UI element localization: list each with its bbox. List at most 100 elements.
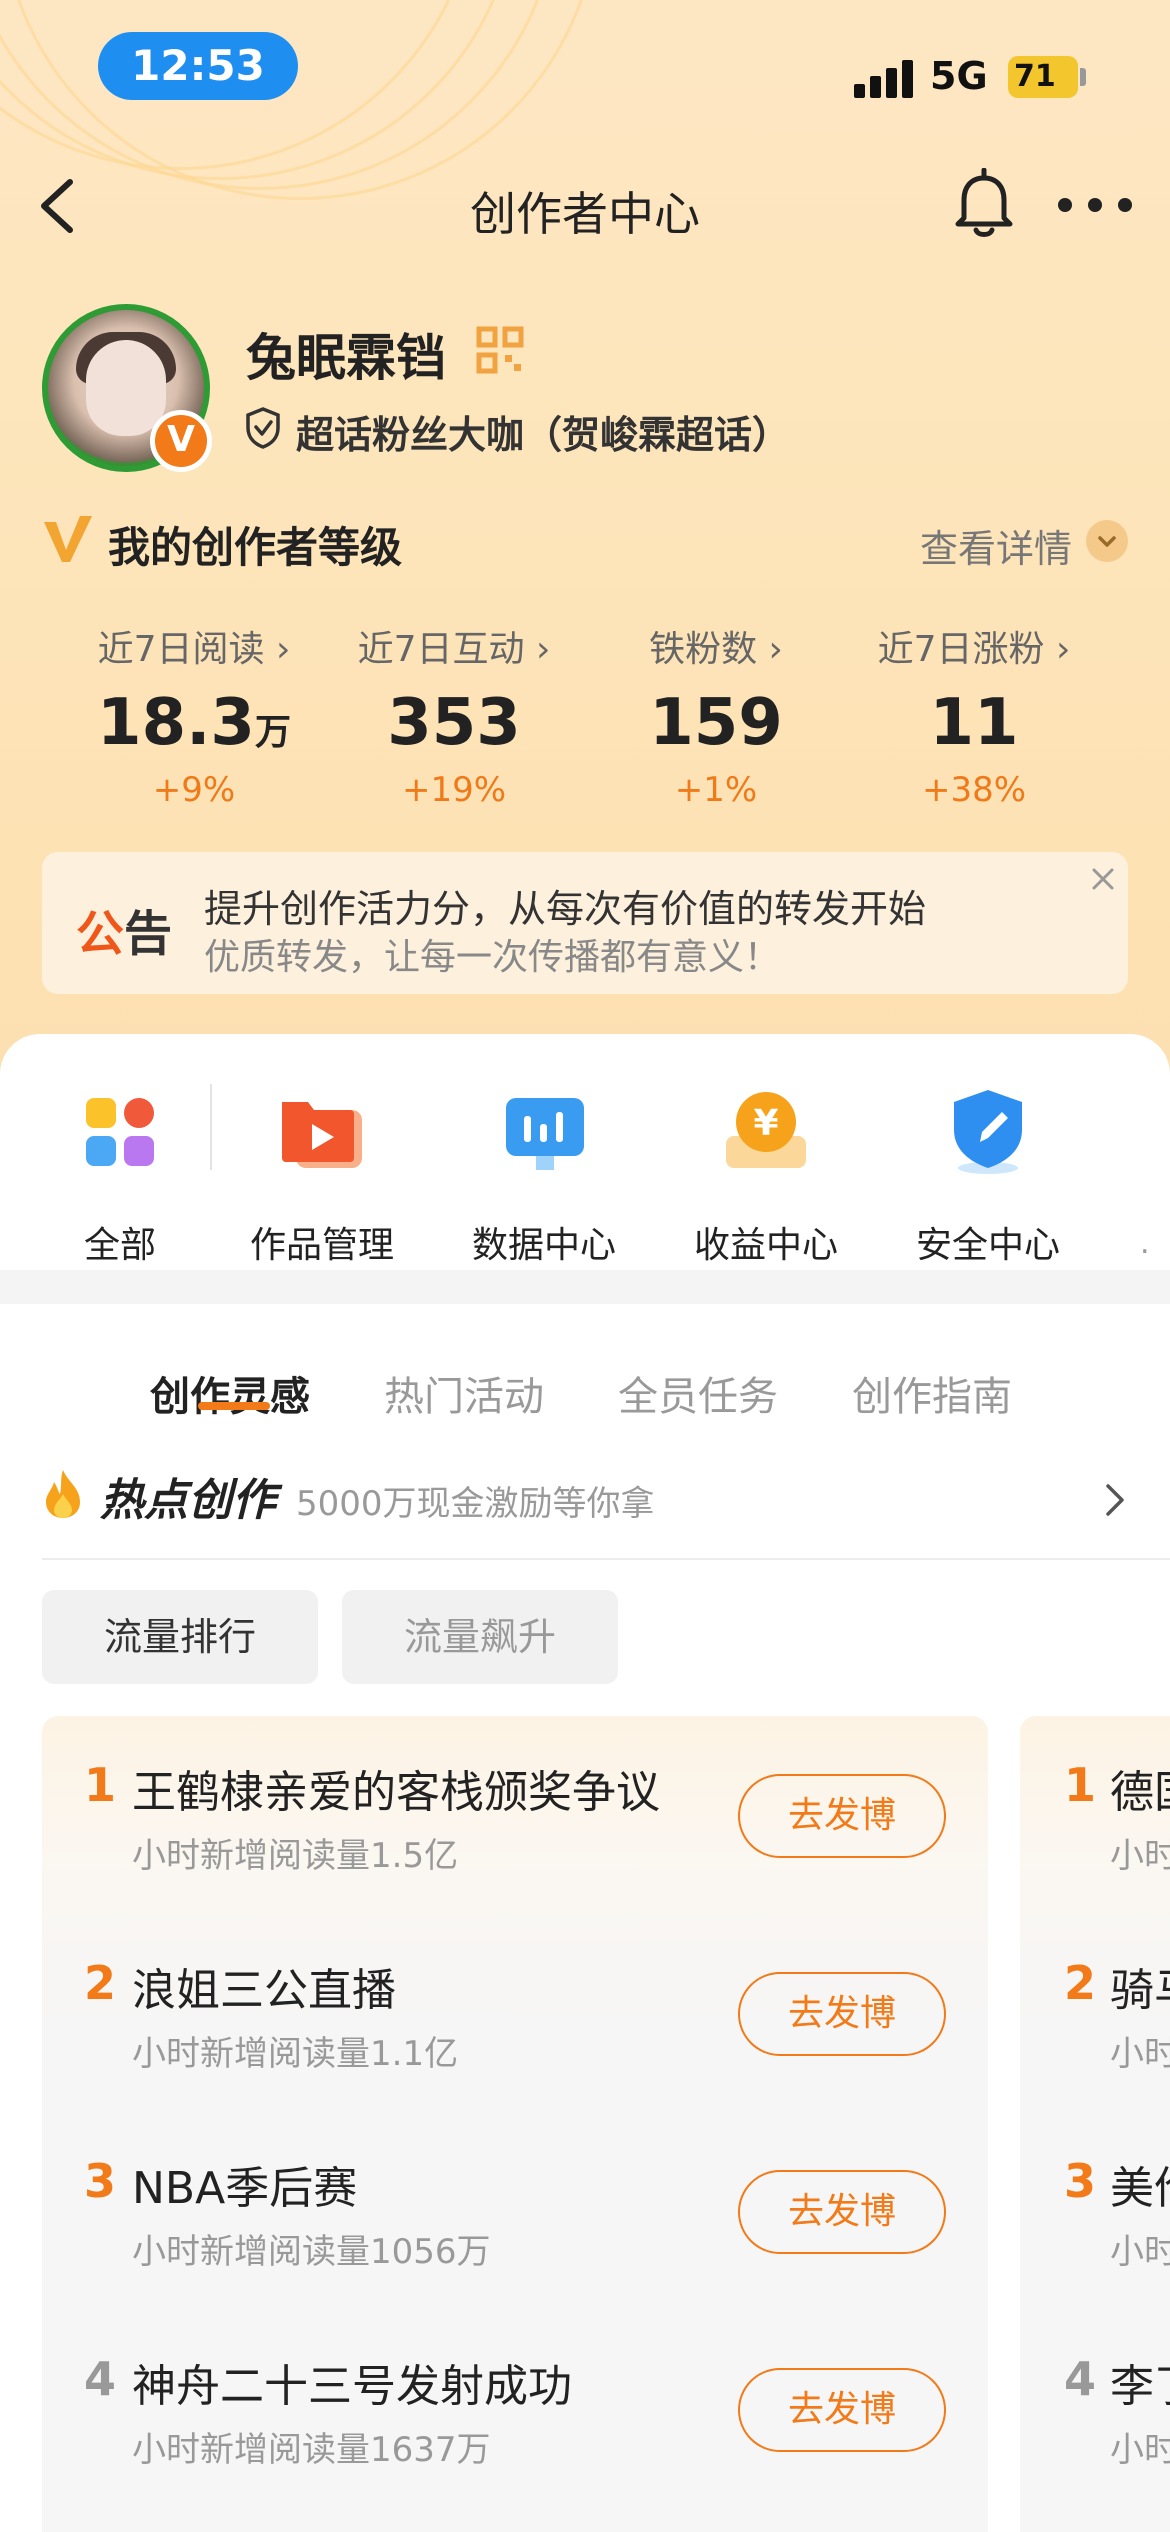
topic-title: 美伦 [1110, 2163, 1170, 2214]
hot-list-card: 1 王鹤棣亲爱的客栈颁奖争议 小时新增阅读量1.5亿 去发博 2 浪姐三公直播 … [42, 1716, 988, 2532]
topic-title: 浪姐三公直播 [132, 1965, 396, 2016]
tab-hot-events[interactable]: 热门活动 [384, 1364, 544, 1422]
filter-traffic-rank[interactable]: 流量排行 [42, 1590, 318, 1684]
quick-action-all[interactable]: 全部 [20, 1084, 220, 1268]
stat-label: 铁粉数 › [649, 629, 783, 670]
hot-creation-title: 热点创作 [100, 1475, 276, 1526]
rank-number: 3 [1064, 2154, 1097, 2208]
chevron-right-icon[interactable] [1102, 1482, 1128, 1518]
stat-interactions[interactable]: 近7日互动 › 353 +19% [324, 620, 584, 810]
announcement-banner[interactable]: 公告 提升创作活力分，从每次有价值的转发开始 优质转发，让每一次传播都有意义！ [42, 852, 1128, 994]
rank-number: 2 [1064, 1956, 1097, 2010]
announcement-subline: 优质转发，让每一次传播都有意义！ [204, 937, 781, 978]
hot-list-card-next[interactable]: 1 德国 小时 2 骑马 小时 3 美伦 小时 4 李了 小时 [1020, 1716, 1170, 2532]
quick-actions-divider [210, 1084, 212, 1170]
rank-number: 3 [84, 2154, 117, 2208]
announcement-headline: 提升创作活力分，从每次有价值的转发开始 [204, 887, 927, 931]
stat-unit: 万 [254, 712, 291, 753]
topic-title: 骑马 [1110, 1965, 1170, 2016]
quick-action-label: 全部 [83, 1225, 156, 1266]
stat-label: 近7日涨粉 › [877, 629, 1071, 670]
stat-number: 18.3 [97, 686, 255, 760]
post-button[interactable]: 去发博 [738, 2170, 946, 2254]
quick-actions-more-indicator: . [1140, 1226, 1150, 1261]
stat-value: 11 [929, 686, 1019, 760]
rank-number: 4 [84, 2352, 117, 2406]
quick-action-label: 数据中心 [471, 1225, 616, 1266]
rank-number: 4 [1064, 2352, 1097, 2406]
username: 兔眠霖铛 [246, 329, 446, 387]
stat-change: +38% [921, 770, 1027, 810]
quick-actions-card: 全部 作品管理 数据中心 ¥ 收益中心 安全中心 . [0, 1034, 1170, 1270]
tab-guide[interactable]: 创作指南 [852, 1364, 1012, 1422]
tab-inspiration[interactable]: 创作灵感 [150, 1364, 310, 1422]
topic-title: NBA季后赛 [132, 2163, 358, 2214]
more-options-icon[interactable] [1058, 198, 1132, 212]
announcement-tag: 公告 [76, 894, 172, 964]
play-folder-icon [274, 1084, 370, 1180]
list-item[interactable]: 4 李了 小时 [1020, 2310, 1170, 2508]
flame-icon [46, 1470, 80, 1518]
chart-icon [496, 1084, 592, 1180]
post-button[interactable]: 去发博 [738, 1774, 946, 1858]
rank-number: 2 [84, 1956, 117, 2010]
status-time: 12:53 [98, 32, 298, 100]
list-item[interactable]: 1 德国 小时 [1020, 1716, 1170, 1914]
quick-action-earnings[interactable]: ¥ 收益中心 [666, 1084, 866, 1268]
hot-creation-subtitle: 5000万现金激励等你拿 [296, 1484, 655, 1524]
battery-icon: 71 [1008, 56, 1078, 98]
announcement-tag-second: 告 [124, 906, 173, 962]
stat-label: 近7日互动 › [357, 629, 551, 670]
avatar-face [86, 340, 166, 436]
chevron-down-icon[interactable] [1086, 520, 1128, 562]
list-item[interactable]: 2 骑马 小时 [1020, 1914, 1170, 2112]
creator-level-title: 我的创作者等级 [108, 523, 403, 572]
stat-value: 353 [387, 686, 521, 760]
quick-action-data[interactable]: 数据中心 [444, 1084, 644, 1268]
battery-level: 71 [1014, 59, 1056, 94]
active-tab-indicator [198, 1402, 270, 1410]
quick-action-security[interactable]: 安全中心 [888, 1084, 1088, 1268]
topic-title: 王鹤棣亲爱的客栈颁奖争议 [132, 1767, 660, 1818]
stat-new-fans[interactable]: 近7日涨粉 › 11 +38% [844, 620, 1104, 810]
grid-icon [72, 1084, 168, 1180]
stat-iron-fans[interactable]: 铁粉数 › 159 +1% [586, 620, 846, 810]
coin-icon: ¥ [718, 1084, 814, 1180]
list-item[interactable]: 4 神舟二十三号发射成功 小时新增阅读量1637万 去发博 [42, 2310, 988, 2508]
level-detail-link[interactable]: 查看详情 [920, 518, 1072, 573]
topic-title: 神舟二十三号发射成功 [132, 2361, 572, 2412]
stat-value: 159 [649, 686, 783, 760]
quick-action-label: 安全中心 [915, 1225, 1060, 1266]
announcement-tag-first: 公 [76, 906, 125, 962]
network-label: 5G [930, 54, 988, 98]
quick-action-works[interactable]: 作品管理 [222, 1084, 422, 1268]
verified-badge: V [150, 410, 212, 472]
list-item[interactable]: 1 王鹤棣亲爱的客栈颁奖争议 小时新增阅读量1.5亿 去发博 [42, 1716, 988, 1914]
qr-code-icon[interactable] [476, 326, 524, 374]
list-item[interactable]: 2 浪姐三公直播 小时新增阅读量1.1亿 去发博 [42, 1914, 988, 2112]
tab-all-tasks[interactable]: 全员任务 [618, 1364, 778, 1422]
signal-icon [854, 58, 916, 98]
battery-tip [1080, 68, 1086, 86]
filter-traffic-surge[interactable]: 流量飙升 [342, 1590, 618, 1684]
topic-reads: 小时新增阅读量1.5亿 [132, 1836, 459, 1876]
fan-title[interactable]: 超话粉丝大咖（贺峻霖超话） [296, 404, 790, 459]
stat-change: +9% [152, 770, 236, 810]
stat-reads[interactable]: 近7日阅读 › 18.3万 +9% [64, 620, 324, 810]
list-item[interactable]: 3 NBA季后赛 小时新增阅读量1056万 去发博 [42, 2112, 988, 2310]
quick-action-label: 收益中心 [693, 1225, 838, 1266]
quick-action-label: 作品管理 [249, 1225, 394, 1266]
post-button[interactable]: 去发博 [738, 1972, 946, 2056]
hot-creation-header[interactable]: 热点创作 5000万现金激励等你拿 [42, 1460, 1170, 1560]
creator-level-v-icon [44, 516, 92, 562]
post-button[interactable]: 去发博 [738, 2368, 946, 2452]
topic-reads: 小时 [1110, 2034, 1170, 2074]
topic-reads: 小时 [1110, 2232, 1170, 2272]
bell-icon[interactable] [952, 168, 1016, 240]
topic-reads: 小时新增阅读量1637万 [132, 2430, 491, 2470]
rank-number: 1 [1064, 1758, 1097, 1812]
svg-text:¥: ¥ [753, 1103, 778, 1144]
list-item[interactable]: 3 美伦 小时 [1020, 2112, 1170, 2310]
rank-number: 1 [84, 1758, 117, 1812]
close-icon[interactable] [1088, 864, 1118, 894]
